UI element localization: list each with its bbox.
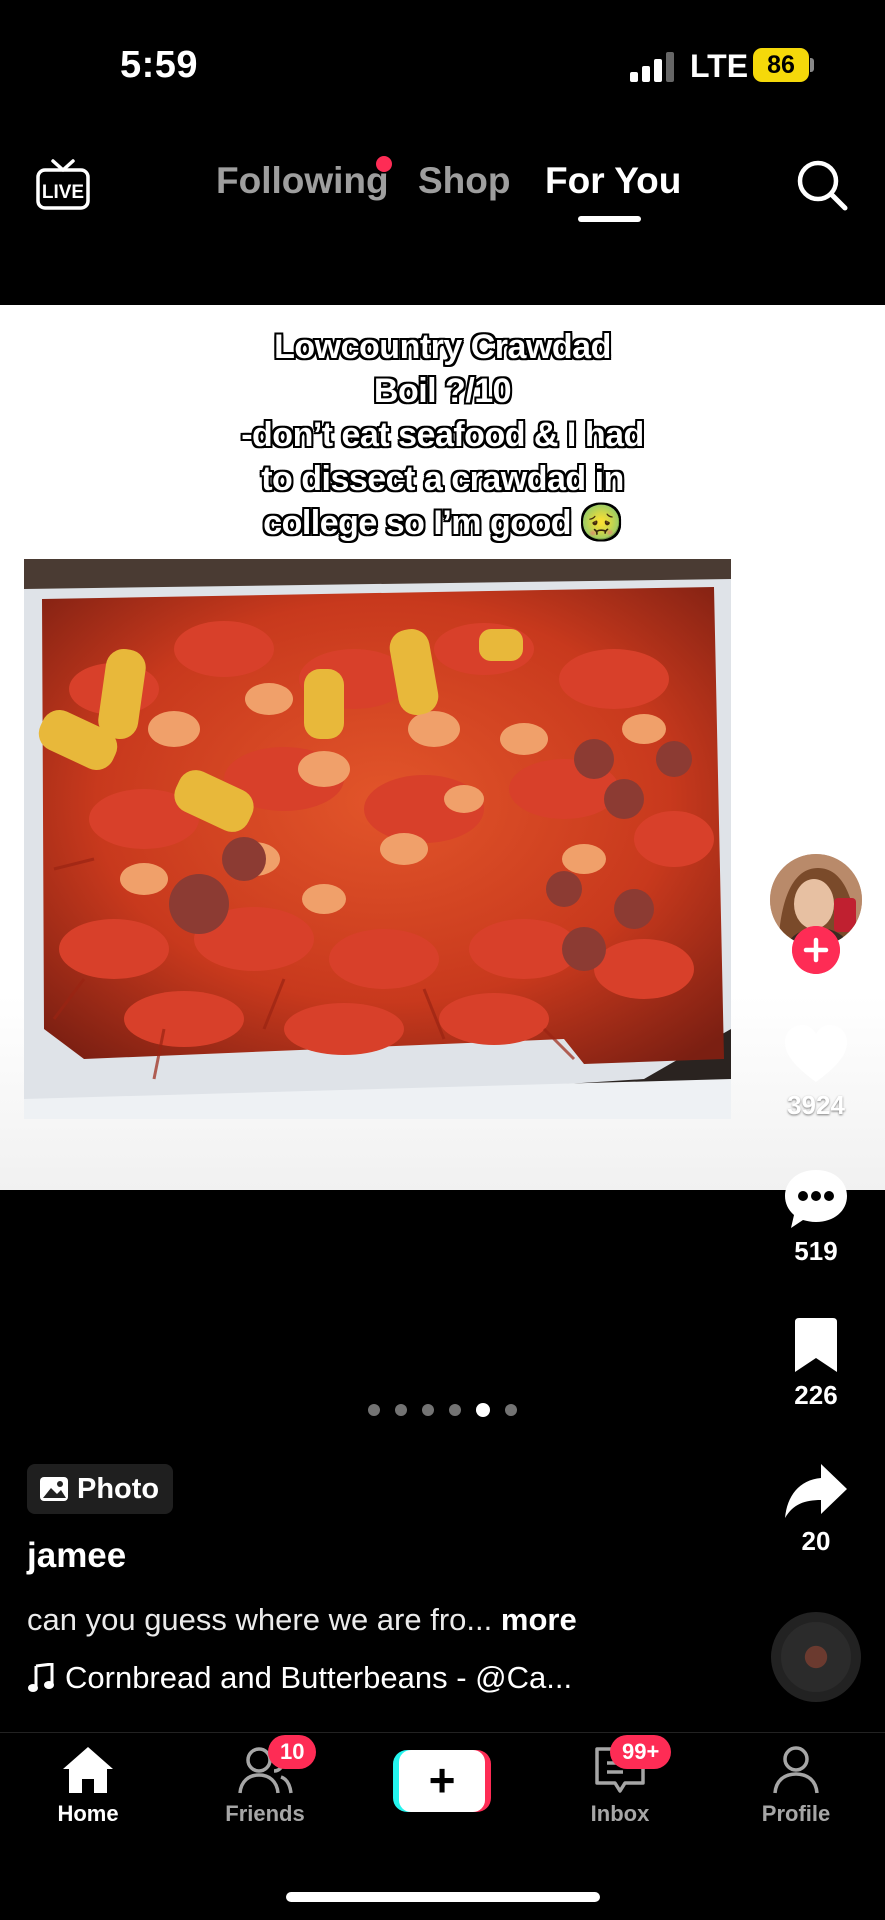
friends-badge: 10 (268, 1735, 317, 1769)
status-bar: 5:59 LTE 86 (0, 0, 885, 130)
save-button[interactable]: 226 (768, 1318, 864, 1411)
notification-dot (376, 156, 392, 172)
caption-line: to dissect a crawdad in (261, 460, 624, 498)
caption-line: Lowcountry Crawdad (274, 328, 611, 366)
more-link[interactable]: more (501, 1602, 577, 1637)
search-icon[interactable] (795, 158, 849, 212)
heart-icon (785, 1025, 847, 1082)
carousel-dot (505, 1404, 517, 1416)
tab-profile[interactable]: Profile (736, 1745, 856, 1827)
tab-profile-label: Profile (761, 1801, 831, 1826)
live-icon[interactable]: LIVE (36, 158, 90, 210)
battery-icon: 86 (753, 48, 809, 82)
battery-cap (810, 58, 814, 72)
follow-plus-icon[interactable] (792, 926, 840, 974)
plus-icon: + (399, 1750, 485, 1812)
tab-for-you[interactable]: For You (545, 160, 681, 202)
share-button[interactable]: 20 (768, 1462, 864, 1557)
comment-button[interactable]: 519 (768, 1168, 864, 1267)
description-text: can you guess where we are fro... (27, 1602, 493, 1637)
carousel-dot (449, 1404, 461, 1416)
music-note-icon (28, 1663, 54, 1692)
sound-title: Cornbread and Butterbeans - @Ca... (65, 1660, 573, 1695)
inbox-badge: 99+ (610, 1735, 672, 1769)
network-label: LTE (690, 48, 749, 84)
like-button[interactable]: 3924 (768, 1024, 864, 1121)
top-nav: LIVE Following Shop For You (0, 140, 885, 230)
sound-label[interactable]: Cornbread and Butterbeans - @Ca... (27, 1660, 572, 1696)
carousel-dot (422, 1404, 434, 1416)
carousel-dot (368, 1404, 380, 1416)
active-tab-indicator (578, 216, 641, 222)
like-count: 3924 (787, 1090, 845, 1120)
tab-friends-label: Friends (225, 1801, 305, 1826)
caption-line: college so I’m good 🤢 (263, 504, 622, 542)
carousel-dot-active (476, 1403, 490, 1417)
caption-line: -don’t eat seafood & I had (241, 416, 644, 454)
svg-text:LIVE: LIVE (42, 182, 84, 203)
tab-shop[interactable]: Shop (418, 160, 510, 202)
share-count: 20 (801, 1526, 831, 1556)
comment-icon (785, 1170, 847, 1228)
tab-home-label: Home (57, 1801, 119, 1826)
tab-inbox-label: Inbox (590, 1801, 650, 1826)
sound-disc-icon[interactable] (771, 1612, 861, 1702)
caption-line: Boil ?/10 (373, 372, 512, 410)
tab-home[interactable]: Home (28, 1745, 148, 1827)
carousel-dot (395, 1404, 407, 1416)
creator-username[interactable]: jamee (27, 1536, 126, 1576)
photo-type-badge: Photo (27, 1464, 174, 1514)
photo-slide[interactable]: Lowcountry Crawdad Boil ?/10 -don’t eat … (0, 305, 885, 1190)
signal-icon (630, 52, 674, 82)
home-indicator (286, 1892, 600, 1902)
status-time: 5:59 (120, 44, 199, 86)
home-icon (63, 1747, 113, 1793)
crawfish-boil-photo (24, 559, 731, 1119)
profile-icon (773, 1746, 819, 1794)
photo-badge-label: Photo (77, 1472, 160, 1505)
share-icon (785, 1464, 847, 1518)
tab-following[interactable]: Following (216, 160, 389, 202)
overlay-caption: Lowcountry Crawdad Boil ?/10 -don’t eat … (180, 325, 705, 545)
post-description[interactable]: can you guess where we are fro... more (27, 1602, 577, 1638)
create-button[interactable]: + (393, 1750, 491, 1812)
bookmark-icon (795, 1318, 837, 1372)
image-icon (40, 1477, 68, 1501)
comment-count: 519 (794, 1236, 838, 1266)
save-count: 226 (794, 1380, 838, 1410)
